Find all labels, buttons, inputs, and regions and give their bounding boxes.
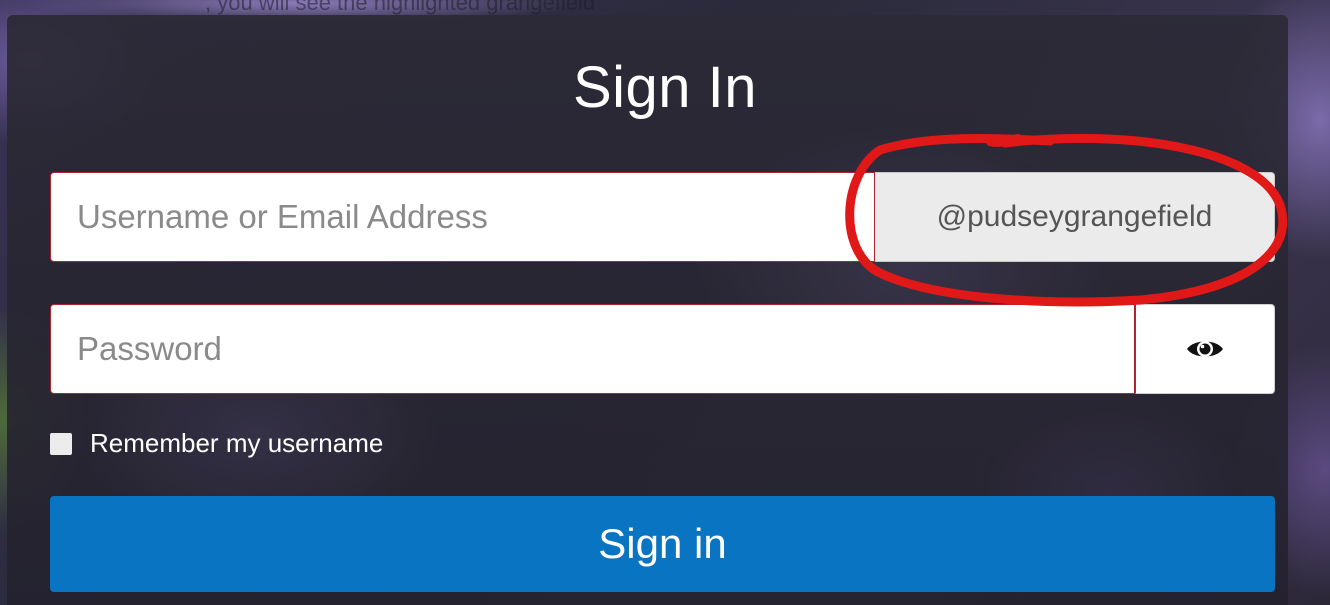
password-input-group — [50, 304, 1275, 394]
username-input[interactable] — [77, 173, 874, 261]
username-input-group: @pudseygrangefield — [50, 172, 1275, 262]
eye-icon — [1187, 341, 1223, 357]
remember-label[interactable]: Remember my username — [90, 428, 383, 459]
password-field[interactable] — [50, 304, 1135, 394]
background-caption: , you will see the highlighted grangefie… — [205, 0, 596, 15]
show-password-button[interactable] — [1135, 304, 1275, 394]
password-input[interactable] — [77, 305, 1134, 393]
remember-username: Remember my username — [50, 428, 383, 459]
remember-checkbox[interactable] — [50, 432, 72, 455]
page-title: Sign In — [572, 55, 758, 120]
username-field[interactable] — [50, 172, 875, 262]
sign-in-button[interactable]: Sign in — [50, 496, 1275, 592]
domain-suffix-addon: @pudseygrangefield — [875, 172, 1275, 262]
